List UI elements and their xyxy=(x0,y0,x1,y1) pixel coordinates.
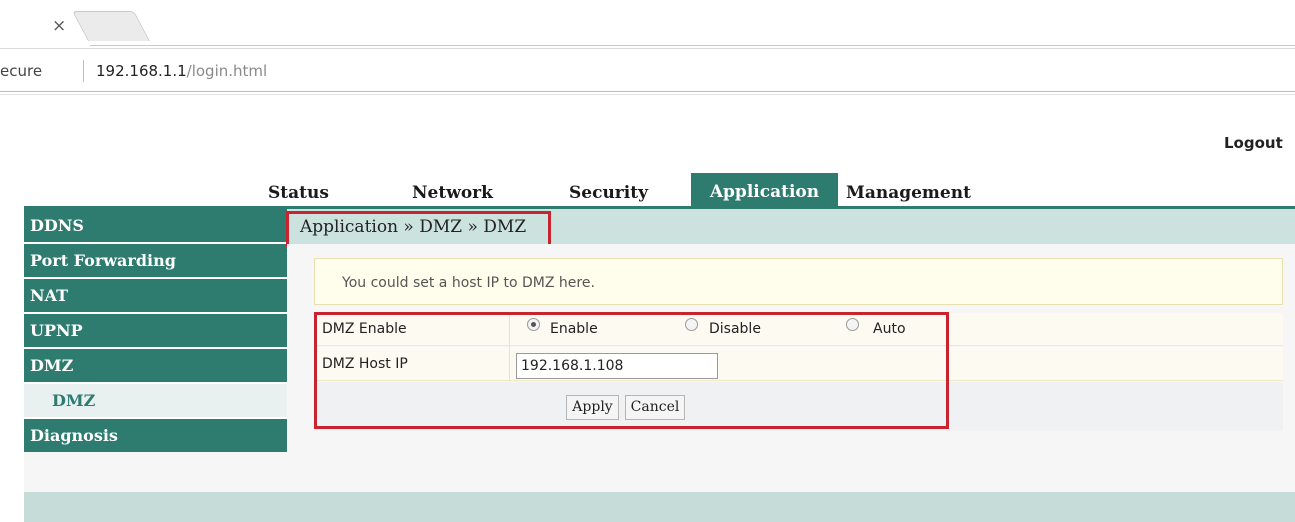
tab-close-icon[interactable]: × xyxy=(52,16,66,36)
footer-bar xyxy=(24,492,1295,522)
sidebar-item-port-forwarding[interactable]: Port Forwarding xyxy=(24,244,287,277)
tab-application[interactable]: Application xyxy=(691,173,838,207)
url-path: /login.html xyxy=(186,62,268,80)
sidebar-item-upnp[interactable]: UPNP xyxy=(24,314,287,347)
sidebar-subitem-dmz[interactable]: DMZ xyxy=(24,384,287,417)
tab-network[interactable]: Network xyxy=(412,176,493,206)
security-indicator[interactable]: ecure xyxy=(0,62,42,80)
toolbar-divider xyxy=(0,91,1295,92)
address-url[interactable]: 192.168.1.1/login.html xyxy=(96,62,267,80)
tab-strip-divider xyxy=(0,48,1295,49)
tab-management[interactable]: Management xyxy=(846,176,971,206)
browser-tab[interactable]: × xyxy=(0,0,90,46)
logout-link[interactable]: Logout xyxy=(1224,134,1283,152)
highlight-box-breadcrumb xyxy=(286,211,551,247)
tab-strip-divider xyxy=(90,45,1295,46)
sidebar-item-dmz[interactable]: DMZ xyxy=(24,349,287,382)
tab-status[interactable]: Status xyxy=(268,176,329,206)
notice-text: You could set a host IP to DMZ here. xyxy=(342,275,595,291)
sidebar-item-nat[interactable]: NAT xyxy=(24,279,287,312)
sidebar-item-diagnosis[interactable]: Diagnosis xyxy=(24,419,287,452)
address-separator xyxy=(83,60,84,82)
url-host: 192.168.1.1 xyxy=(96,62,187,80)
sidebar: DDNS Port Forwarding NAT UPNP DMZ DMZ Di… xyxy=(24,209,287,492)
sidebar-item-ddns[interactable]: DDNS xyxy=(24,209,287,242)
tab-security[interactable]: Security xyxy=(569,176,648,206)
toolbar-divider xyxy=(0,94,1295,95)
browser-tab-strip xyxy=(0,0,1295,46)
highlight-box-form xyxy=(314,312,949,429)
